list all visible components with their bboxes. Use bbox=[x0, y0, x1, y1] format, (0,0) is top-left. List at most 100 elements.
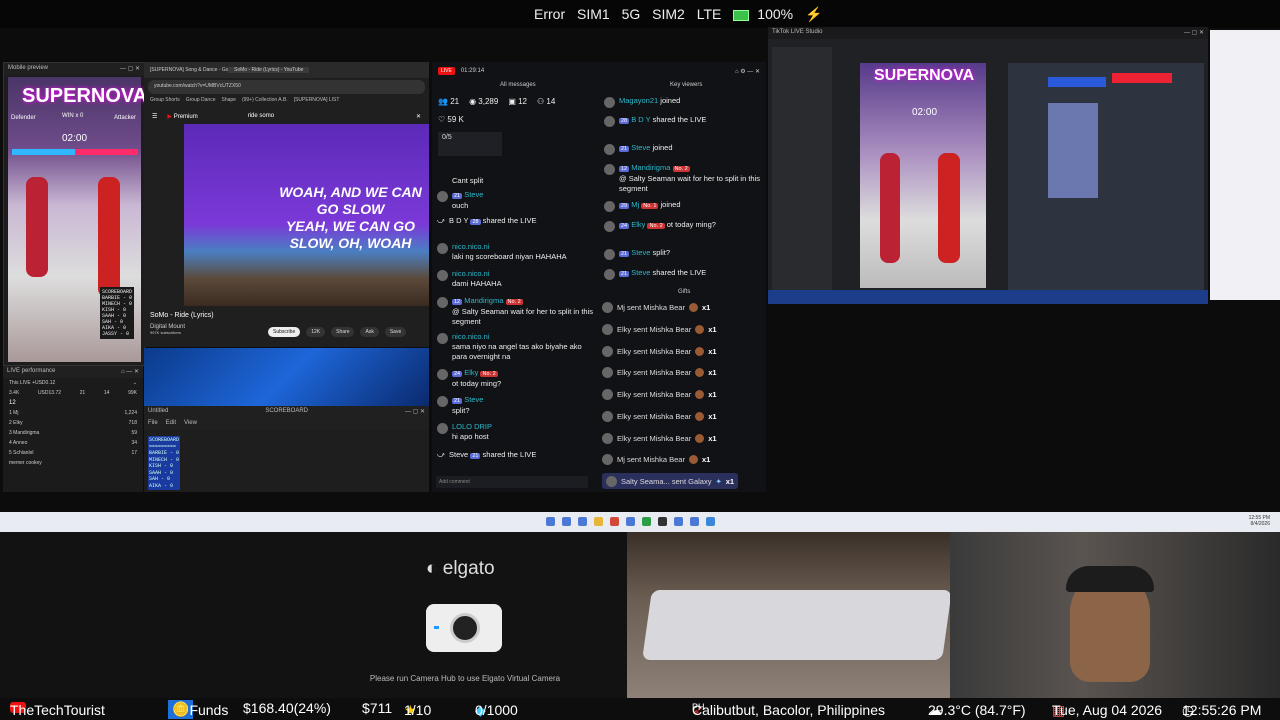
app-icon[interactable] bbox=[674, 517, 683, 526]
close-icon[interactable]: ✕ bbox=[416, 113, 421, 120]
channel-info[interactable]: Digital Mount 997K subscribers bbox=[150, 324, 185, 335]
video-actions: Subscribe 12K Share Ask Save bbox=[268, 327, 407, 337]
video-player[interactable]: WOAH, AND WE CAN GO SLOW YEAH, WE CAN GO… bbox=[184, 124, 429, 306]
save-button[interactable]: Save bbox=[384, 327, 407, 337]
bookmark-item[interactable]: Group Dance bbox=[186, 97, 216, 107]
user-avatar[interactable] bbox=[604, 201, 615, 212]
app-icon[interactable] bbox=[690, 517, 699, 526]
user-avatar[interactable] bbox=[604, 249, 615, 260]
notepad-tab[interactable]: SCOREBOARD bbox=[265, 408, 308, 416]
notepad-window[interactable]: Untitled SCOREBOARD — ▢ ✕ File Edit View… bbox=[144, 406, 429, 492]
app-icon[interactable] bbox=[642, 517, 651, 526]
panel-controls[interactable]: ⌂ — ✕ bbox=[121, 368, 139, 376]
share-button[interactable]: Share bbox=[331, 327, 355, 337]
username[interactable]: nico.nico.ni bbox=[452, 269, 490, 278]
menu-view[interactable]: View bbox=[184, 420, 197, 428]
charging-icon: ⚡ bbox=[804, 6, 823, 22]
menu-edit[interactable]: Edit bbox=[166, 420, 176, 428]
username[interactable]: Steve bbox=[631, 268, 650, 277]
user-avatar[interactable] bbox=[437, 270, 448, 281]
username[interactable]: Mj bbox=[631, 200, 639, 209]
youtube-logo[interactable]: ▶ Premium bbox=[167, 113, 197, 120]
address-bar[interactable]: youtube.com/watch?v=UMBVcUTZX50 bbox=[148, 80, 425, 94]
window-controls[interactable]: — ▢ ✕ bbox=[120, 65, 140, 73]
action-button[interactable] bbox=[1048, 77, 1106, 87]
bear-gift-icon bbox=[695, 346, 705, 356]
bookmark-item[interactable]: (99+) Collection A.B. bbox=[242, 97, 288, 107]
window-controls[interactable]: ⌂ ⚙ — ✕ bbox=[735, 68, 760, 75]
live-earnings-row[interactable]: This LIVE +USD0.12 ⌄ bbox=[3, 378, 143, 388]
user-avatar[interactable] bbox=[437, 243, 448, 254]
rank-row[interactable]: 3 Mandirigma 59 bbox=[3, 428, 143, 438]
taskview-icon[interactable] bbox=[578, 517, 587, 526]
browser-tab[interactable]: [SUPERNOVA] Song & Dance - Goo bbox=[144, 67, 228, 73]
user-avatar[interactable] bbox=[604, 221, 615, 232]
live-studio-window[interactable]: TikTok LIVE Studio — ▢ ✕ SUPERNOVA 02:00 bbox=[768, 27, 1208, 302]
username[interactable]: Steve bbox=[464, 395, 483, 404]
search-icon[interactable] bbox=[562, 517, 571, 526]
username[interactable]: Mandirigma bbox=[631, 163, 670, 172]
user-avatar[interactable] bbox=[437, 369, 448, 380]
user-avatar[interactable] bbox=[604, 164, 615, 175]
app-icon[interactable] bbox=[706, 517, 715, 526]
live-chat-window[interactable]: LIVE 01:29:14 ⌂ ⚙ — ✕ All messages Key v… bbox=[432, 62, 766, 492]
user-avatar[interactable] bbox=[604, 269, 615, 280]
notepad-content[interactable]: SCOREBOARD ========= BARBIE - 0 MINECH -… bbox=[148, 436, 181, 490]
username[interactable]: Steve bbox=[464, 190, 483, 199]
rank-row[interactable]: 4 Anneo 34 bbox=[3, 438, 143, 448]
user-avatar[interactable] bbox=[437, 396, 448, 407]
start-icon[interactable] bbox=[546, 517, 555, 526]
username[interactable]: Magayon21 bbox=[619, 96, 658, 105]
stat-value: USD13.72 bbox=[37, 390, 62, 396]
ask-button[interactable]: Ask bbox=[360, 327, 379, 337]
user-avatar[interactable] bbox=[437, 423, 448, 434]
search-query[interactable]: ride somo bbox=[248, 113, 274, 119]
window-controls[interactable]: — ▢ ✕ bbox=[405, 408, 425, 416]
bookmark-item[interactable]: Shape bbox=[222, 97, 236, 107]
user-avatar[interactable] bbox=[437, 297, 448, 308]
username[interactable]: Steve bbox=[631, 143, 650, 152]
user-avatar[interactable] bbox=[604, 97, 615, 108]
menu-file[interactable]: File bbox=[148, 420, 158, 428]
mobile-preview-window[interactable]: Mobile preview — ▢ ✕ SUPERNOVA Defender … bbox=[3, 62, 147, 366]
username[interactable]: Steve bbox=[449, 450, 468, 459]
user-avatar[interactable] bbox=[437, 333, 448, 344]
rank-row[interactable]: 5 Schlanlel 17 bbox=[3, 448, 143, 458]
subscribe-button[interactable]: Subscribe bbox=[268, 327, 301, 337]
folder-icon[interactable] bbox=[594, 517, 603, 526]
browser-window[interactable]: [SUPERNOVA] Song & Dance - Goo SoMo - Ri… bbox=[144, 62, 429, 347]
username[interactable]: Elky bbox=[464, 368, 478, 377]
rank-row[interactable]: 2 Elky 718 bbox=[3, 418, 143, 428]
menu-icon[interactable]: ☰ bbox=[152, 113, 157, 120]
side-app-window[interactable] bbox=[1210, 30, 1280, 300]
user-avatar[interactable] bbox=[604, 116, 615, 127]
user-avatar[interactable] bbox=[437, 191, 448, 202]
username[interactable]: nico.nico.ni bbox=[452, 332, 490, 341]
settings-panel[interactable] bbox=[1008, 63, 1204, 298]
bookmark-item[interactable]: [SUPERNOVA] LIST bbox=[294, 97, 340, 107]
rank-row[interactable]: 1 Mj 1,224 bbox=[3, 408, 143, 418]
window-controls[interactable]: — ▢ ✕ bbox=[1184, 29, 1204, 37]
like-button[interactable]: 12K bbox=[306, 327, 326, 337]
galaxy-gift-icon: ✦ bbox=[715, 476, 722, 486]
username[interactable]: B D Y bbox=[631, 115, 650, 124]
app-icon[interactable] bbox=[626, 517, 635, 526]
comment-input[interactable]: Add comment bbox=[436, 476, 588, 488]
browser-tab-active[interactable]: SoMo - Ride (Lyrics) - YouTube bbox=[228, 67, 310, 73]
action-button[interactable] bbox=[1112, 73, 1172, 83]
user-avatar[interactable] bbox=[604, 144, 615, 155]
system-tray[interactable]: 12:55 PM 8/4/2026 bbox=[1249, 515, 1270, 527]
desktop-wallpaper bbox=[144, 348, 429, 406]
username[interactable]: Elky bbox=[631, 220, 645, 229]
browser-icon[interactable] bbox=[610, 517, 619, 526]
username[interactable]: Steve bbox=[631, 248, 650, 257]
goal-progress[interactable]: 0/5 bbox=[438, 132, 502, 156]
username[interactable]: nico.nico.ni bbox=[452, 242, 490, 251]
gift-text: Elky sent Mishka Bear bbox=[617, 367, 692, 377]
username[interactable]: B D Y bbox=[449, 216, 468, 225]
username[interactable]: Mandirigma bbox=[464, 296, 503, 305]
rank-row[interactable]: memer cookey bbox=[3, 458, 143, 468]
app-icon[interactable] bbox=[658, 517, 667, 526]
bookmark-item[interactable]: Group Shorts bbox=[150, 97, 180, 107]
username[interactable]: LOLO DRIP bbox=[452, 422, 492, 431]
